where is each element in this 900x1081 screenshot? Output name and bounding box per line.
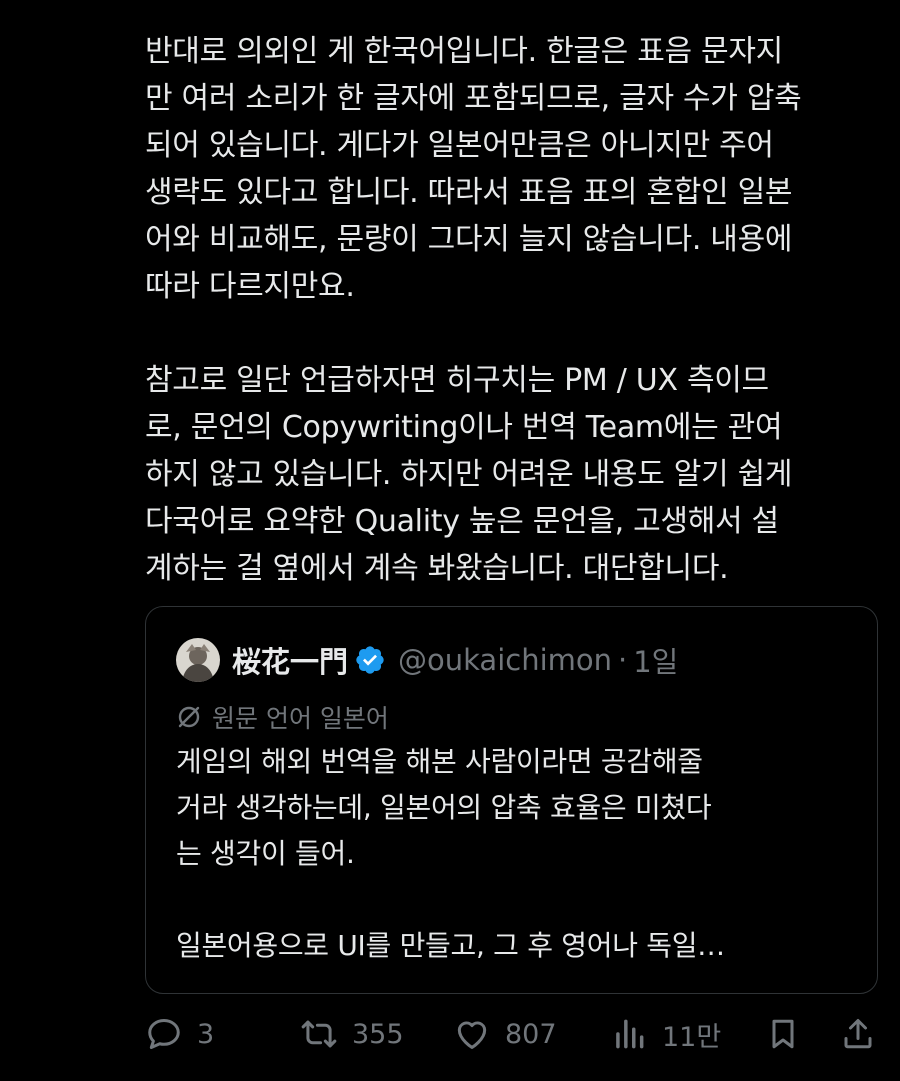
quoted-post-header: 桜花一門 @oukaichimon · 1일 <box>176 637 678 683</box>
quoted-paragraph-2: 일본어용으로 UI를 만들고, 그 후 영어나 독일… <box>176 923 856 969</box>
quoted-post-text: 게임의 해외 번역을 해본 사람이라면 공감해줄 거라 생각하는데, 일본어의 … <box>176 739 856 969</box>
text-line: 게임의 해외 번역을 해본 사람이라면 공감해줄 <box>176 745 703 778</box>
share-icon <box>840 1015 876 1053</box>
text-line: 로, 문언의 Copywriting이나 번역 Team에는 관여 <box>145 410 783 445</box>
separator-dot: · <box>618 643 628 677</box>
post-time[interactable]: 1일 <box>633 639 678 681</box>
reply-icon <box>145 1015 183 1053</box>
translate-icon <box>176 704 202 730</box>
share-button[interactable] <box>840 1010 876 1058</box>
bookmark-button[interactable] <box>765 1010 801 1058</box>
text-line: 하지 않고 있습니다. 하지만 어려운 내용도 알기 쉽게 <box>145 457 793 492</box>
text-line: 생략도 있다고 합니다. 따라서 표음 표의 혼합인 일본 <box>145 175 793 210</box>
text-line: 어와 비교해도, 문량이 그다지 늘지 않습니다. 내용에 <box>145 222 793 257</box>
author-handle[interactable]: @oukaichimon <box>398 643 612 677</box>
quoted-post-card[interactable]: 桜花一門 @oukaichimon · 1일 원문 언어 일본어 게임의 해외 … <box>145 606 878 994</box>
text-line: 만 여러 소리가 한 글자에 포함되므로, 글자 수가 압축 <box>145 81 802 116</box>
post-text: 반대로 의외인 게 한국어입니다. 한글은 표음 문자지 만 여러 소리가 한 … <box>145 28 880 592</box>
text-line: 다국어로 요약한 Quality 높은 문언을, 고생해서 설 <box>145 504 779 539</box>
post-paragraph-1: 반대로 의외인 게 한국어입니다. 한글은 표음 문자지 만 여러 소리가 한 … <box>145 28 880 310</box>
post-paragraph-2: 참고로 일단 언급하자면 히구치는 PM / UX 측이므 로, 문언의 Cop… <box>145 357 880 592</box>
text-line: 되어 있습니다. 게다가 일본어만큼은 아니지만 주어 <box>145 128 774 163</box>
text-line: 계하는 걸 옆에서 계속 봐왔습니다. 대단합니다. <box>145 551 729 586</box>
repost-icon <box>300 1015 338 1053</box>
view-count: 11만 <box>662 1021 722 1053</box>
text-line: 는 생각이 들어. <box>176 837 355 870</box>
text-line: 거라 생각하는데, 일본어의 압축 효율은 미쳤다 <box>176 791 712 824</box>
reply-count: 3 <box>197 1018 215 1050</box>
translation-indicator[interactable]: 원문 언어 일본어 <box>176 699 389 735</box>
bookmark-icon <box>765 1015 801 1053</box>
repost-count: 355 <box>352 1018 404 1050</box>
translation-label: 원문 언어 일본어 <box>212 704 389 733</box>
text-line: 따라 다르지만요. <box>145 269 355 304</box>
quoted-paragraph-1: 게임의 해외 번역을 해본 사람이라면 공감해줄 거라 생각하는데, 일본어의 … <box>176 739 856 877</box>
text-line: 일본어용으로 UI를 만들고, 그 후 영어나 독일… <box>176 929 725 962</box>
repost-button[interactable]: 355 <box>300 1010 404 1058</box>
post-action-bar: 3 355 807 11만 <box>145 1010 880 1058</box>
like-count: 807 <box>505 1018 557 1050</box>
text-line: 반대로 의외인 게 한국어입니다. 한글은 표음 문자지 <box>145 34 783 69</box>
heart-icon <box>453 1015 491 1053</box>
views-button[interactable]: 11만 <box>610 1010 721 1058</box>
verified-badge-icon <box>354 644 386 676</box>
avatar[interactable] <box>176 638 220 682</box>
author-name[interactable]: 桜花一門 <box>232 639 348 681</box>
text-line: 참고로 일단 언급하자면 히구치는 PM / UX 측이므 <box>145 363 769 398</box>
like-button[interactable]: 807 <box>453 1010 557 1058</box>
reply-button[interactable]: 3 <box>145 1010 214 1058</box>
analytics-icon <box>610 1015 648 1053</box>
